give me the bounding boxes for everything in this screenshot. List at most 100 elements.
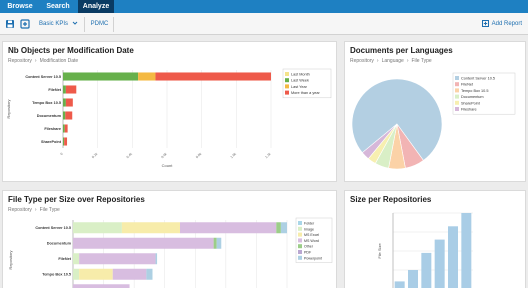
legend-label: Folder [304, 222, 315, 226]
bar-segment [65, 111, 73, 120]
y-tick-label: SharePoint [41, 140, 62, 144]
legend-swatch [455, 107, 459, 111]
breadcrumb-item[interactable]: File Type [412, 58, 432, 64]
legend-swatch [298, 226, 302, 231]
legend-swatch [285, 90, 289, 95]
breadcrumb-item[interactable]: Language [382, 58, 404, 64]
bar-segment [121, 222, 180, 234]
nav-search[interactable]: Search [40, 0, 76, 13]
add-report-icon [482, 19, 490, 27]
y-tick-label: Tempo Box 10.5 [32, 101, 61, 105]
legend-label: Last Year [291, 85, 308, 89]
new-report-icon[interactable] [20, 19, 30, 29]
legend-swatch [298, 238, 302, 243]
bar-segment [64, 124, 68, 133]
legend-label: PDF [304, 251, 312, 255]
legend-label: SharePoint [461, 101, 481, 105]
nav-analyze[interactable]: Analyze [78, 0, 114, 13]
y-axis-label: Repository [6, 99, 11, 118]
panel-title: Nb Objects per Modification Date [8, 46, 134, 55]
bar-segment [216, 237, 222, 249]
tab-pdmc[interactable]: PDMC [86, 17, 114, 32]
panel-size-per-repositories: Size per Repositories File Size [344, 190, 526, 288]
breadcrumb-item[interactable]: Repository [8, 58, 32, 64]
y-tick-label: Fileshare [44, 127, 61, 131]
legend-swatch [298, 250, 302, 254]
panel-documents-per-languages: Documents per Languages Repository › Langu… [344, 41, 526, 182]
breadcrumb-item[interactable]: Repository [8, 207, 32, 213]
tab-basic-kpis[interactable]: Basic KPIs [35, 17, 85, 32]
bar [408, 270, 418, 288]
legend-label: Image [304, 227, 314, 231]
bar-segment [112, 268, 147, 280]
x-tick-label: 0.6k [160, 152, 168, 160]
bar-segment [79, 253, 156, 265]
legend-label: Last Week [291, 79, 309, 83]
breadcrumb-separator: › [376, 58, 379, 64]
breadcrumb-item[interactable]: File Type [40, 207, 60, 213]
legend-swatch [285, 78, 289, 83]
breadcrumb: Repository › Language › File Type [350, 58, 432, 64]
bar-segment [63, 85, 66, 94]
bar-segment [65, 85, 77, 94]
bar-segment [63, 98, 66, 107]
x-axis-label: Count [162, 163, 174, 168]
panel-objects-by-modification-date: Nb Objects per Modification Date Reposit… [2, 41, 337, 182]
legend-label: MS Excel [304, 233, 319, 237]
breadcrumb: Repository › File Type [8, 207, 60, 213]
x-tick-label: 1.0k [230, 152, 238, 160]
legend-swatch [298, 221, 302, 225]
legend-label: More than a year [291, 91, 320, 95]
analyze-page: Browse Search Analyze Basic KPIs PDMC Ad… [0, 0, 528, 288]
legend-swatch [455, 88, 459, 93]
bar-segment [138, 72, 156, 81]
add-report-button[interactable]: Add Report [482, 17, 522, 32]
x-tick-label: 0.4k [126, 152, 134, 160]
bar-segment [155, 72, 271, 81]
bar-segment [63, 124, 65, 133]
bar [448, 226, 458, 288]
breadcrumb: Repository › Modification Date [8, 58, 78, 64]
breadcrumb-separator: › [34, 58, 37, 64]
legend-swatch [455, 94, 459, 99]
chevron-down-icon [72, 22, 78, 26]
y-tick-label: Documentum [37, 114, 62, 118]
panel-title: Documents per Languages [350, 46, 453, 55]
report-toolbar: Basic KPIs PDMC Add Report [0, 13, 528, 35]
y-tick-label: FileNet [48, 88, 61, 92]
y-tick-label: FileNet [58, 257, 71, 261]
legend-label: Other [304, 245, 314, 249]
legend-label: Last Month [291, 73, 310, 77]
breadcrumb-separator: › [34, 207, 37, 213]
breadcrumb-item[interactable]: Repository [350, 58, 374, 64]
bar [421, 252, 432, 288]
x-tick-label: 0 [60, 152, 64, 156]
legend-label: Documentum [461, 95, 484, 99]
breadcrumb-separator: › [406, 58, 409, 64]
bar-segment [73, 253, 80, 265]
bar-segment [280, 222, 287, 234]
nav-browse[interactable]: Browse [4, 0, 36, 13]
legend-swatch [285, 84, 289, 89]
bar [461, 213, 472, 288]
x-tick-label: 0.2k [91, 152, 99, 160]
breadcrumb-item[interactable]: Modification Date [40, 58, 79, 64]
file-type-size-bar-chart: Repository Content Server 10.5 Documentum F… [8, 217, 333, 288]
x-tick-label: 0.8k [195, 152, 203, 160]
bar-segment [73, 222, 122, 234]
bar-segment [146, 268, 153, 280]
bar-segment [73, 237, 214, 249]
legend-label: Fileshare [461, 108, 477, 112]
panel-file-type-per-size: File Type per Size over Repositories Rep… [2, 190, 337, 288]
tab-basic-kpis-label: Basic KPIs [39, 21, 69, 27]
legend-swatch [298, 255, 302, 260]
x-tick-label: 1.2k [264, 152, 272, 160]
legend-label: Powerpoint [304, 256, 322, 260]
bar-segment [73, 284, 130, 288]
legend-swatch [455, 82, 459, 87]
top-nav-bar: Browse Search Analyze [0, 0, 528, 13]
save-icon[interactable] [5, 19, 15, 29]
bar-segment [180, 222, 277, 234]
bar-segment [65, 98, 73, 107]
legend-label: MS Word [304, 239, 319, 243]
